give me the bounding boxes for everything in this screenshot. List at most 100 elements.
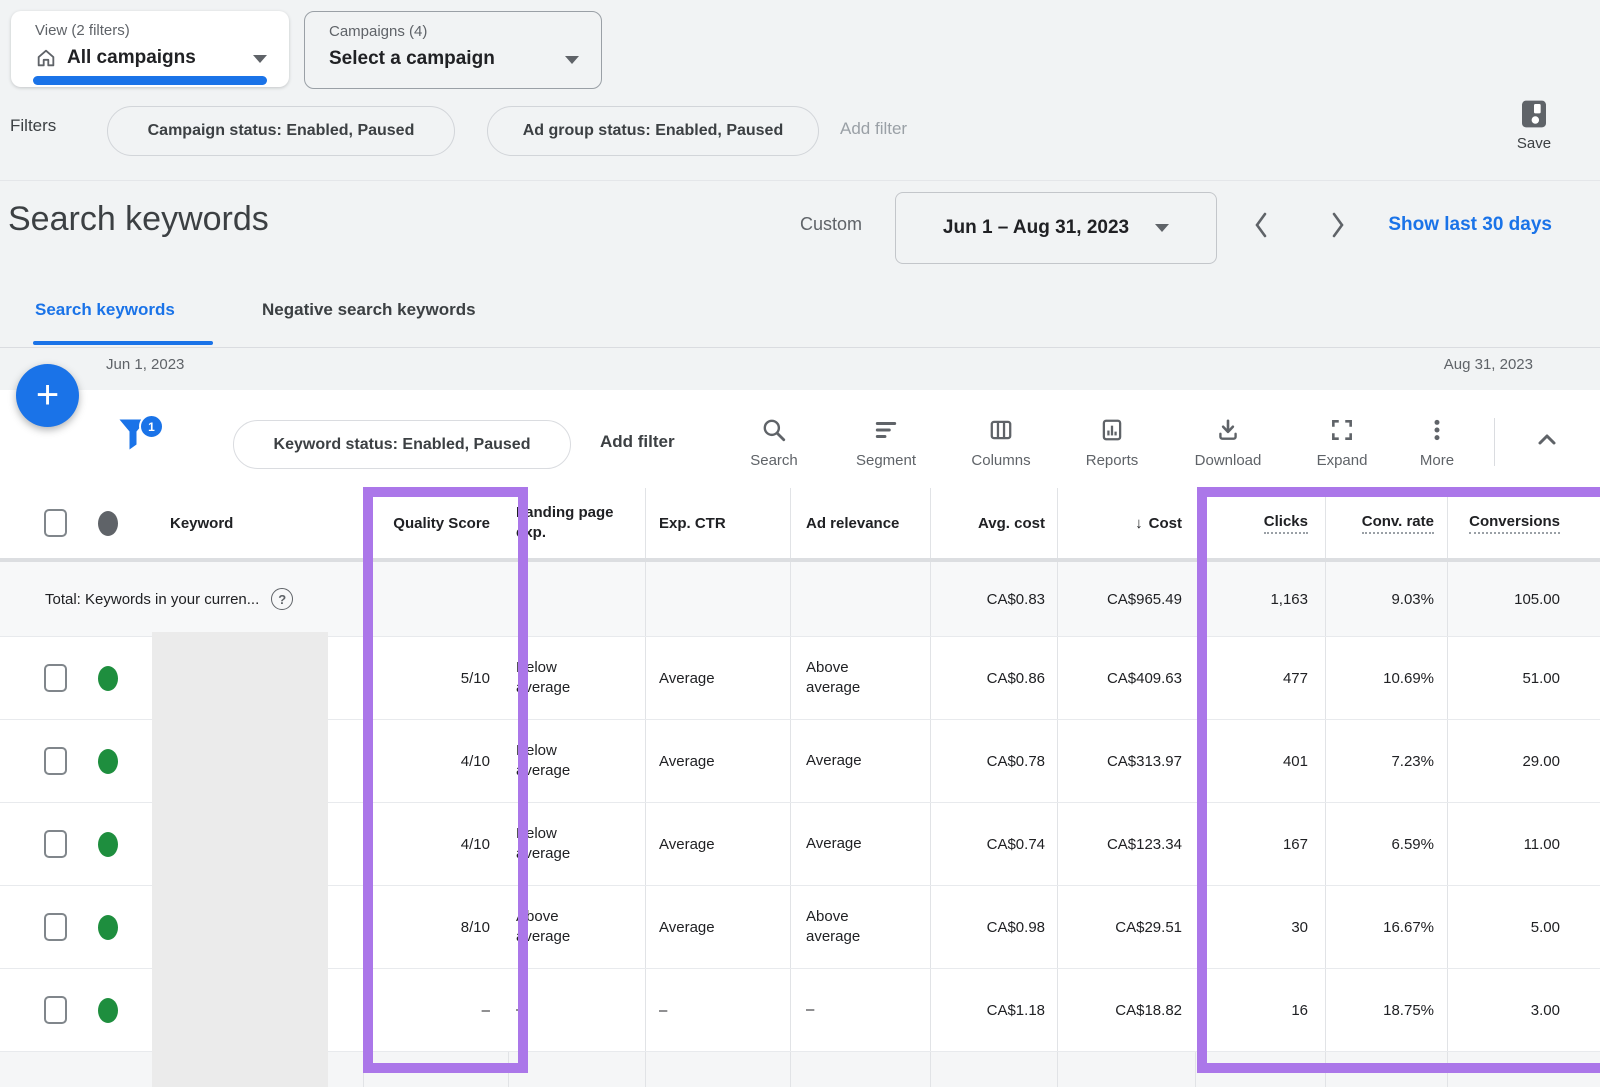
columns-button[interactable]: Columns <box>953 417 1049 469</box>
campaign-selector-label: Campaigns (4) <box>329 23 427 40</box>
add-filter-button-toolbar[interactable]: Add filter <box>600 432 675 452</box>
search-icon <box>761 417 787 443</box>
next-period-button[interactable] <box>1327 210 1349 245</box>
search-button-label: Search <box>750 452 798 469</box>
tabs-divider <box>0 347 1600 348</box>
columns-button-label: Columns <box>971 452 1030 469</box>
conversions-cell: 29.00 <box>1447 720 1600 802</box>
reports-button-label: Reports <box>1086 452 1139 469</box>
timeline-start-date: Jun 1, 2023 <box>106 356 184 373</box>
section-divider <box>0 180 1600 181</box>
expand-icon <box>1329 417 1355 443</box>
previous-period-button[interactable] <box>1250 210 1272 245</box>
plus-icon: + <box>36 373 59 418</box>
clicks-cell: 167 <box>1195 803 1325 885</box>
quality-score-cell: – <box>363 969 508 1051</box>
row-checkbox[interactable] <box>44 913 67 941</box>
download-button[interactable]: Download <box>1180 417 1276 469</box>
save-button[interactable]: Save <box>1502 98 1566 152</box>
avg-cost-cell: CA$0.74 <box>930 803 1057 885</box>
exp-ctr-cell: Average <box>645 637 790 719</box>
collapse-table-button[interactable] <box>1532 428 1562 457</box>
date-range-picker[interactable]: Jun 1 – Aug 31, 2023 <box>895 192 1217 264</box>
clicks-cell: 16 <box>1195 969 1325 1051</box>
row-checkbox[interactable] <box>44 747 67 775</box>
row-checkbox[interactable] <box>44 830 67 858</box>
total-clicks: 1,163 <box>1195 562 1325 636</box>
view-selector[interactable]: View (2 filters) All campaigns <box>11 11 289 87</box>
tab-search-keywords[interactable]: Search keywords <box>35 300 175 320</box>
chevron-down-icon <box>565 56 579 64</box>
ad-relevance-cell: Above average <box>790 886 930 968</box>
avg-cost-cell: CA$0.78 <box>930 720 1057 802</box>
conversions-cell: 51.00 <box>1447 637 1600 719</box>
total-avg-cost: CA$0.83 <box>930 562 1057 636</box>
chevron-down-icon <box>253 55 267 63</box>
reports-icon <box>1099 417 1125 443</box>
total-row: Total: Keywords in your curren... ? CA$0… <box>0 558 1600 636</box>
total-cost: CA$965.49 <box>1057 562 1195 636</box>
help-icon[interactable]: ? <box>271 588 293 610</box>
col-header-avg-cost[interactable]: Avg. cost <box>930 488 1057 558</box>
col-header-quality-score[interactable]: Quality Score <box>363 488 508 558</box>
filter-chip-ad-group-status[interactable]: Ad group status: Enabled, Paused <box>487 106 819 156</box>
landing-page-exp-cell: – <box>508 969 645 1051</box>
expand-button[interactable]: Expand <box>1294 417 1390 469</box>
keyword-column-redaction <box>152 632 328 1087</box>
conv-rate-cell: 7.23% <box>1325 720 1447 802</box>
filter-chip-keyword-status[interactable]: Keyword status: Enabled, Paused <box>233 420 571 469</box>
landing-page-exp-cell: Below average <box>508 803 645 885</box>
avg-cost-cell: CA$0.98 <box>930 886 1057 968</box>
quality-score-cell: 5/10 <box>363 637 508 719</box>
exp-ctr-cell: – <box>645 969 790 1051</box>
date-range-type: Custom <box>800 214 862 235</box>
conversions-cell: 11.00 <box>1447 803 1600 885</box>
landing-page-exp-cell: Below average <box>508 637 645 719</box>
col-header-exp-ctr[interactable]: Exp. CTR <box>645 488 790 558</box>
home-icon <box>35 47 57 69</box>
col-header-keyword[interactable]: Keyword <box>150 488 363 558</box>
status-dot-enabled <box>98 832 118 857</box>
status-dot-enabled <box>98 666 118 691</box>
add-keyword-button[interactable]: + <box>16 364 79 427</box>
col-header-clicks[interactable]: Clicks <box>1195 488 1325 558</box>
more-button-label: More <box>1420 452 1454 469</box>
more-button[interactable]: More <box>1389 417 1485 469</box>
view-selector-label: View (2 filters) <box>35 22 130 39</box>
col-header-conversions[interactable]: Conversions <box>1447 488 1600 558</box>
conv-rate-cell: 10.69% <box>1325 637 1447 719</box>
segment-button[interactable]: Segment <box>838 417 934 469</box>
view-selector-value: All campaigns <box>67 47 196 69</box>
col-header-landing-page-exp[interactable]: Landing page exp. <box>508 488 645 558</box>
total-conv-rate: 9.03% <box>1325 562 1447 636</box>
ad-relevance-cell: Average <box>790 720 930 802</box>
conversions-cell: 3.00 <box>1447 969 1600 1051</box>
col-header-conv-rate[interactable]: Conv. rate <box>1325 488 1447 558</box>
select-all-checkbox[interactable] <box>44 509 67 537</box>
chevron-left-icon <box>1250 210 1272 240</box>
tab-negative-search-keywords[interactable]: Negative search keywords <box>262 300 476 320</box>
row-checkbox[interactable] <box>44 664 67 692</box>
conversions-cell: 5.00 <box>1447 886 1600 968</box>
active-filters-button[interactable]: 1 <box>118 418 164 466</box>
total-label-cell: Total: Keywords in your curren... ? <box>0 562 363 636</box>
date-range-value: Jun 1 – Aug 31, 2023 <box>943 217 1129 239</box>
col-header-cost[interactable]: ↓Cost <box>1057 488 1195 558</box>
cost-cell: CA$29.51 <box>1057 886 1195 968</box>
reports-button[interactable]: Reports <box>1064 417 1160 469</box>
ad-relevance-cell: – <box>790 969 930 1051</box>
more-vertical-icon <box>1424 417 1450 443</box>
search-button[interactable]: Search <box>726 417 822 469</box>
active-tab-indicator <box>33 341 213 345</box>
campaign-selector[interactable]: Campaigns (4) Select a campaign <box>304 11 602 89</box>
add-filter-button[interactable]: Add filter <box>840 119 907 139</box>
conv-rate-cell: 18.75% <box>1325 969 1447 1051</box>
timeline-end-date: Aug 31, 2023 <box>1444 356 1533 373</box>
row-checkbox[interactable] <box>44 996 67 1024</box>
clicks-cell: 401 <box>1195 720 1325 802</box>
col-header-ad-relevance[interactable]: Ad relevance <box>790 488 930 558</box>
save-label: Save <box>1517 135 1551 152</box>
show-last-30-days-link[interactable]: Show last 30 days <box>1388 214 1552 236</box>
filter-chip-campaign-status[interactable]: Campaign status: Enabled, Paused <box>107 106 455 156</box>
landing-page-exp-cell: Below average <box>508 720 645 802</box>
